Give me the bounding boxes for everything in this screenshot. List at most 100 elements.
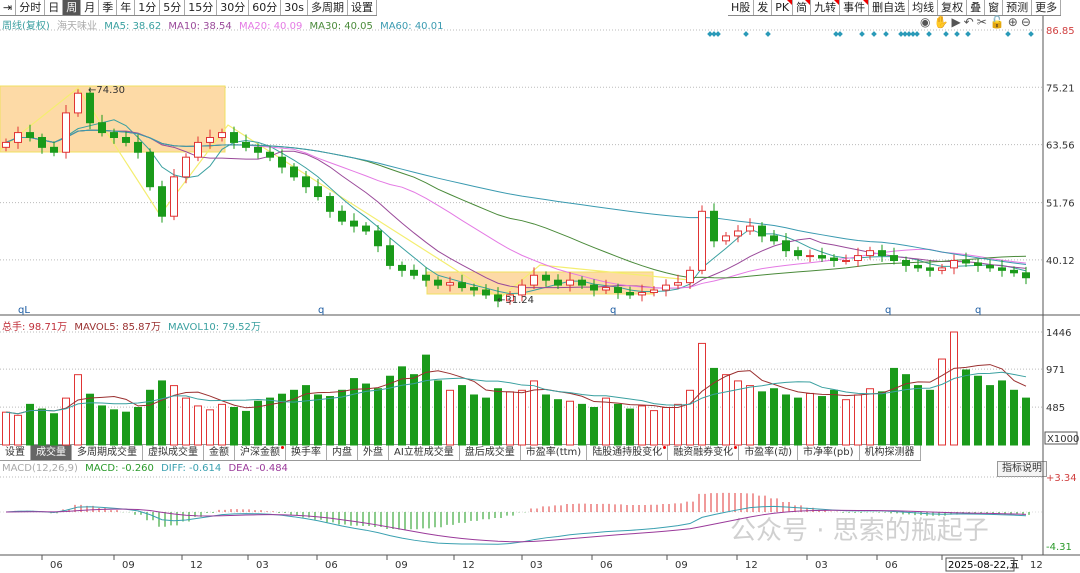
candle-down [782,240,790,252]
candle-down [914,264,922,269]
volume-bar [374,388,382,446]
volume-bar [830,389,838,446]
volume-bar [230,406,238,446]
volume-bar [158,380,166,446]
volume-bar [566,400,574,446]
volume-bar [62,397,70,446]
volume-bar [434,380,442,446]
price-tick: 51.76 [1046,199,1075,210]
event-diamond [954,31,960,37]
volume-bar [326,396,334,446]
candle-up [674,282,682,286]
candle-up [698,210,706,271]
event-diamond [715,31,721,37]
candle-down [890,255,898,262]
volume-bar [410,374,418,446]
volume-bar [890,367,898,446]
candle-up [518,284,526,296]
candle-down [242,141,250,148]
candle-down [362,225,370,232]
candle-down [626,291,634,296]
volume-bar [578,403,586,446]
volume-bar [1022,397,1030,446]
candle-down [350,220,358,227]
candle-down [338,210,346,222]
candle-up [950,260,958,269]
volume-bar [50,413,58,446]
candle-down [902,260,910,266]
event-diamond [1028,31,1034,37]
candle-down [470,287,478,291]
date-tick: 09 [395,560,408,571]
event-diamond [765,31,771,37]
candle-down [398,264,406,271]
macd-tick: -4.31 [1046,542,1072,553]
price-tick: 75.21 [1046,83,1075,94]
candle-down [266,151,274,158]
candle-down [926,267,934,271]
date-tick: 03 [256,560,269,571]
candle-down [134,141,142,153]
candle-up [746,225,754,232]
candle-down [710,210,718,242]
volume-bar [134,406,142,446]
volume-bar [998,380,1006,446]
volume-bar [2,411,10,446]
candle-down [110,132,118,139]
volume-bar [74,374,82,446]
candle-down [290,166,298,178]
candle-down [374,230,382,247]
date-tick: 12 [745,560,758,571]
volume-bar [650,410,658,446]
candle-down [26,132,34,139]
candle-down [1022,272,1030,279]
candle-down [410,269,418,276]
volume-bar [914,385,922,446]
candle-down [818,255,826,259]
date-tick: 12 [190,560,203,571]
candle-up [14,132,22,143]
volume-bar [194,405,202,446]
volume-bar [638,405,646,446]
candle-down [986,264,994,269]
candle-up [182,156,190,178]
date-tick: 06 [325,560,338,571]
volume-bar [362,383,370,446]
volume-bar [782,394,790,446]
volume-bar [218,403,226,446]
event-marker: qL [18,305,30,316]
candle-down [302,176,310,188]
candle-up [638,291,646,296]
candle-down [278,156,286,168]
date-tick: 03 [815,560,828,571]
event-diamond [1005,31,1011,37]
volume-bar [98,405,106,446]
candle-down [578,279,586,286]
volume-bar [542,394,550,446]
volume-bar [254,400,262,446]
volume-bar [866,388,874,446]
event-marker: q [318,305,324,316]
volume-bar [338,389,346,446]
candle-down [554,279,562,286]
macd-tick: +3.34 [1046,473,1077,484]
volume-bar [626,408,634,446]
candle-down [830,257,838,262]
stock-chart[interactable]: 86.85 75.21 63.56 51.76 40.12 ←74.30 ←31.24 qL q… [0,0,1080,573]
candle-down [386,245,394,266]
volume-bar [950,331,958,446]
candle-up [530,274,538,286]
volume-bar [686,389,694,446]
volume-bar [458,385,466,446]
volume-unit: X1000 [1047,434,1079,445]
candle-down [314,186,322,198]
volume-bar [794,397,802,446]
volume-bar [182,397,190,446]
event-diamond [914,31,920,37]
volume-bar [734,380,742,446]
event-diamond [926,31,932,37]
volume-bar [206,409,214,446]
volume-bar [938,358,946,446]
candle-up [446,282,454,286]
date-tick: 12 [1030,560,1043,571]
